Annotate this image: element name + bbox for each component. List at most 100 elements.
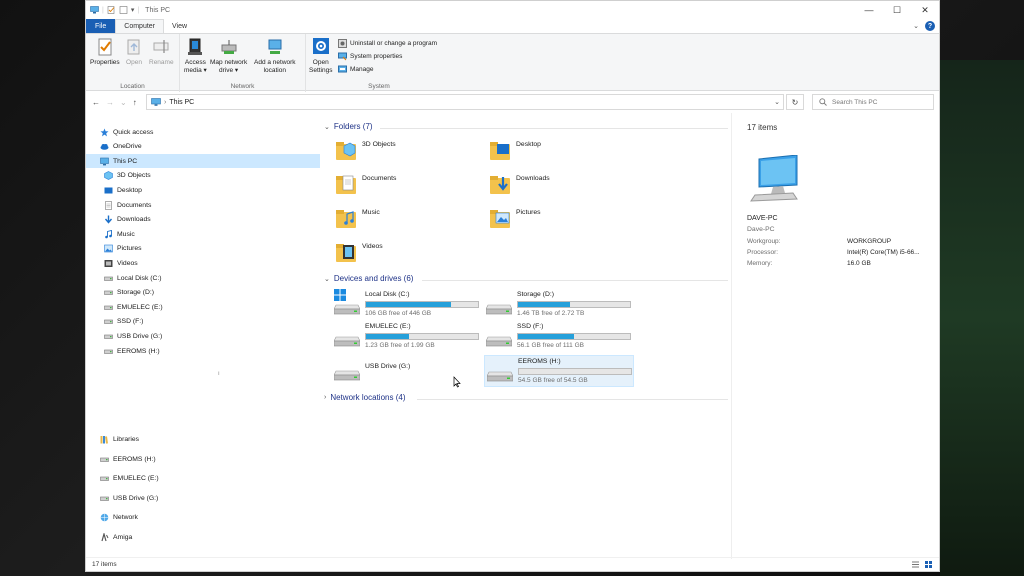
drive-usage-bar xyxy=(517,301,631,308)
minimize-button[interactable]: — xyxy=(855,1,883,19)
sidebar-item-local-disk-c[interactable]: Local Disk (C:) xyxy=(86,271,320,285)
drive-usage-fill xyxy=(366,302,452,307)
view-buttons xyxy=(911,560,933,569)
computer-icon xyxy=(750,155,798,202)
address-bar[interactable]: › This PC ⌄ xyxy=(146,94,784,110)
sidebar-item-quick-access[interactable]: Quick access xyxy=(86,125,320,139)
drive-eeroms-h[interactable]: EEROMS (H:) 54.5 GB free of 54.5 GB xyxy=(484,355,634,387)
drive-ssd-f[interactable]: SSD (F:) 56.1 GB free of 111 GB xyxy=(484,321,634,353)
ribbon-group-label: Location xyxy=(120,83,145,90)
sidebar-item-usb-drive-g[interactable]: USB Drive (G:) xyxy=(86,491,320,505)
pane-mark: ı xyxy=(218,371,220,377)
sidebar-item-network[interactable]: Network xyxy=(86,510,320,524)
folder-videos[interactable]: Videos xyxy=(336,241,383,263)
open-button[interactable]: Open xyxy=(125,37,143,67)
sidebar-item-documents[interactable]: Documents xyxy=(86,198,320,212)
breadcrumb-chevron-icon[interactable]: › xyxy=(164,99,166,106)
folder-desktop[interactable]: Desktop xyxy=(490,139,541,161)
sidebar-item-label: Storage (D:) xyxy=(117,289,155,297)
details-pane: 17 items DAVE-PC Dave-PC Workgroup: WORKG… xyxy=(731,113,939,559)
sidebar-item-onedrive[interactable]: OneDrive xyxy=(86,140,320,154)
collapse-ribbon-icon[interactable]: ⌄ xyxy=(913,22,919,30)
sidebar-item-music[interactable]: Music xyxy=(86,227,320,241)
download-icon xyxy=(104,215,113,224)
sidebar-item-3d-objects[interactable]: 3D Objects xyxy=(86,169,320,183)
address-dropdown-icon[interactable]: ⌄ xyxy=(774,98,780,106)
sidebar-item-pictures[interactable]: Pictures xyxy=(86,242,320,256)
folder-music[interactable]: Music xyxy=(336,207,380,229)
ribbon-tabs: File Computer View xyxy=(86,19,939,33)
add-network-location-button[interactable]: Add a network location xyxy=(254,37,296,75)
tab-file[interactable]: File xyxy=(86,19,116,33)
folder-3d-objects[interactable]: 3D Objects xyxy=(336,139,396,161)
folder-pictures[interactable]: Pictures xyxy=(490,207,541,229)
folder-downloads[interactable]: Downloads xyxy=(490,173,550,195)
drive-icon xyxy=(104,349,113,354)
back-button[interactable]: ← xyxy=(92,98,100,107)
sidebar-item-desktop[interactable]: Desktop xyxy=(86,183,320,197)
folder-documents[interactable]: Documents xyxy=(336,173,396,195)
network-group-header[interactable]: › Network locations (4) xyxy=(324,393,405,402)
help-icon[interactable]: ? xyxy=(925,21,935,31)
tab-computer[interactable]: Computer xyxy=(115,19,165,33)
maximize-button[interactable]: ☐ xyxy=(883,1,911,19)
collapse-chevron-icon[interactable]: ⌄ xyxy=(324,123,330,131)
collapse-chevron-icon[interactable]: ⌄ xyxy=(324,275,330,283)
uninstall-program-button[interactable]: Uninstall or change a program xyxy=(338,39,437,48)
folder-label: Documents xyxy=(362,175,397,182)
folders-group-header[interactable]: ⌄ Folders (7) xyxy=(324,122,373,131)
library-icon xyxy=(100,435,108,444)
sidebar-item-amiga[interactable]: Amiga xyxy=(86,530,320,544)
sidebar-item-storage-d[interactable]: Storage (D:) xyxy=(86,286,320,300)
video-icon xyxy=(104,259,113,267)
up-button[interactable]: ↑ xyxy=(133,98,137,107)
drive-icon xyxy=(486,336,512,347)
customize-toolbar-icon[interactable]: ▾ xyxy=(131,6,135,14)
ribbon: Properties Open Rename Location Access m… xyxy=(86,33,939,92)
properties-button[interactable]: Properties xyxy=(90,37,120,67)
refresh-button[interactable]: ↻ xyxy=(786,94,804,110)
sidebar-item-downloads[interactable]: Downloads xyxy=(86,213,320,227)
access-media-button[interactable]: Access media ▾ xyxy=(184,37,207,75)
breadcrumb-this-pc[interactable]: This PC xyxy=(169,99,194,106)
drive-storage-d[interactable]: Storage (D:) 1.46 TB free of 2.72 TB xyxy=(484,289,634,321)
window-title: This PC xyxy=(145,6,171,14)
manage-label: Manage xyxy=(350,66,374,73)
rename-button[interactable]: Rename xyxy=(149,37,174,67)
sidebar-item-emuelec-e[interactable]: EMUELEC (E:) xyxy=(86,300,320,314)
drive-icon xyxy=(334,304,360,315)
drive-icon xyxy=(104,305,113,310)
properties-icon[interactable] xyxy=(107,6,116,14)
sidebar-item-usb-drive-g[interactable]: USB Drive (G:) xyxy=(86,329,320,343)
expand-chevron-icon[interactable]: › xyxy=(324,394,326,401)
sidebar-item-libraries[interactable]: Libraries xyxy=(86,432,320,446)
sidebar-item-ssd-f[interactable]: SSD (F:) xyxy=(86,315,320,329)
search-input[interactable]: Search This PC xyxy=(812,94,934,110)
sidebar-item-this-pc[interactable]: This PC xyxy=(86,154,320,169)
manage-icon xyxy=(338,65,347,73)
tab-view[interactable]: View xyxy=(164,19,195,33)
system-properties-button[interactable]: System properties xyxy=(338,52,402,61)
manage-button[interactable]: Manage xyxy=(338,65,374,74)
new-folder-icon[interactable] xyxy=(119,6,128,14)
map-network-drive-button[interactable]: Map network drive ▾ xyxy=(210,37,247,75)
drive-local-disk-c[interactable]: Local Disk (C:) 106 GB free of 446 GB xyxy=(332,289,482,321)
open-settings-button[interactable]: Open Settings xyxy=(309,37,333,75)
devices-group-header[interactable]: ⌄ Devices and drives (6) xyxy=(324,274,413,283)
drive-emuelec-e[interactable]: EMUELEC (E:) 1.23 GB free of 1.99 GB xyxy=(332,321,482,353)
computer-description: Dave-PC xyxy=(747,226,775,233)
close-button[interactable]: ✕ xyxy=(911,1,939,19)
sidebar-item-videos[interactable]: Videos xyxy=(86,256,320,270)
sidebar-item-eeroms-h[interactable]: EEROMS (H:) xyxy=(86,344,320,358)
open-settings-label: Open Settings xyxy=(309,59,333,74)
sidebar-item-eeroms-h[interactable]: EEROMS (H:) xyxy=(86,452,320,466)
background-right-strip xyxy=(940,60,1024,576)
ribbon-help-area: ⌄ ? xyxy=(913,21,935,31)
details-view-icon[interactable] xyxy=(911,560,920,569)
forward-button[interactable]: → xyxy=(106,98,114,107)
sidebar-item-emuelec-e[interactable]: EMUELEC (E:) xyxy=(86,471,320,485)
large-icons-view-icon[interactable] xyxy=(924,560,933,569)
toolbar-separator: | xyxy=(102,6,104,14)
recent-locations-button[interactable]: ⌄ xyxy=(120,98,127,107)
folder-label: Videos xyxy=(362,243,383,250)
